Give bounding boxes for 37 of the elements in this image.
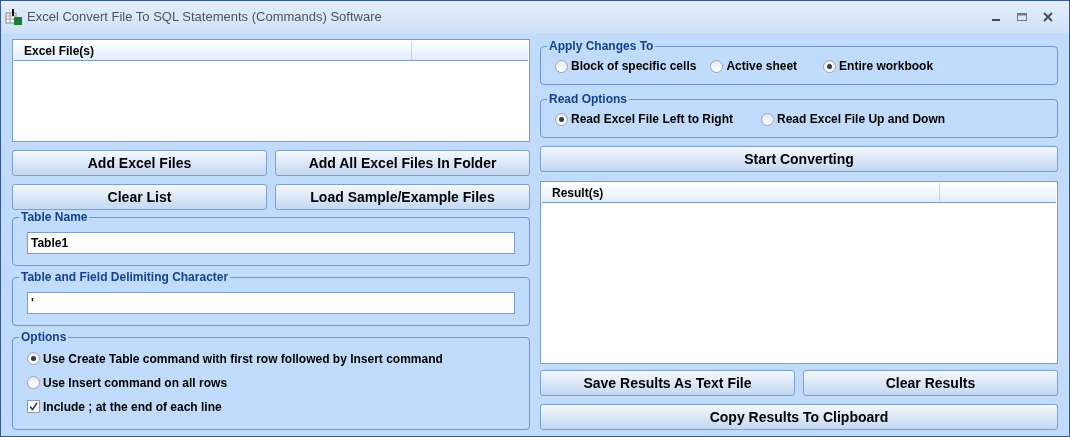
option-label: Entire workbook [839, 58, 934, 75]
option-label: Use Insert command on all rows [43, 374, 228, 392]
action-button[interactable]: Save Results As Text File [540, 370, 795, 396]
radio-button[interactable] [710, 59, 724, 73]
option-label: Read Excel File Up and Down [777, 111, 946, 128]
results-list[interactable]: Result(s) [540, 181, 1058, 364]
action-button[interactable]: Add All Excel Files In Folder [275, 150, 530, 176]
group-label: Options [20, 329, 68, 346]
option-label: Use Create Table command with first row followed by Insert command [43, 350, 443, 368]
option-label: Read Excel File Left to Right [571, 111, 734, 128]
checkbox[interactable] [27, 400, 40, 413]
copy-results-button[interactable]: Copy Results To Clipboard [540, 404, 1058, 430]
text-field[interactable]: ' [27, 292, 515, 314]
radio-button[interactable] [555, 112, 568, 126]
action-button[interactable]: Clear Results [803, 370, 1058, 396]
file-list[interactable]: Excel File(s) [12, 39, 530, 142]
radio-button[interactable] [27, 376, 40, 389]
action-button[interactable]: Add Excel Files [12, 150, 267, 176]
option-label: Block of specific cells [571, 58, 697, 75]
spreadsheet-icon [5, 8, 23, 26]
option-label: Include ; at the end of each line [43, 398, 222, 416]
group-label: Table and Field Delimiting Character [20, 269, 230, 286]
close-icon[interactable] [1043, 12, 1053, 22]
start-converting-button[interactable]: Start Converting [540, 146, 1058, 172]
group-label: Table Name [20, 209, 89, 226]
group-label: Read Options [548, 91, 628, 108]
option-label: Active sheet [726, 58, 798, 75]
maximize-icon[interactable] [1017, 12, 1027, 22]
window-title: Excel Convert File To SQL Statements (Commands) Software [27, 8, 382, 27]
radio-button[interactable] [27, 352, 40, 365]
radio-button[interactable] [555, 59, 568, 73]
group-label: Apply Changes To [548, 38, 655, 55]
text-field[interactable]: Table1 [27, 232, 515, 254]
radio-button[interactable] [761, 112, 775, 126]
action-button[interactable]: Clear List [12, 184, 267, 210]
radio-button[interactable] [823, 59, 837, 73]
action-button[interactable]: Load Sample/Example Files [275, 184, 530, 210]
